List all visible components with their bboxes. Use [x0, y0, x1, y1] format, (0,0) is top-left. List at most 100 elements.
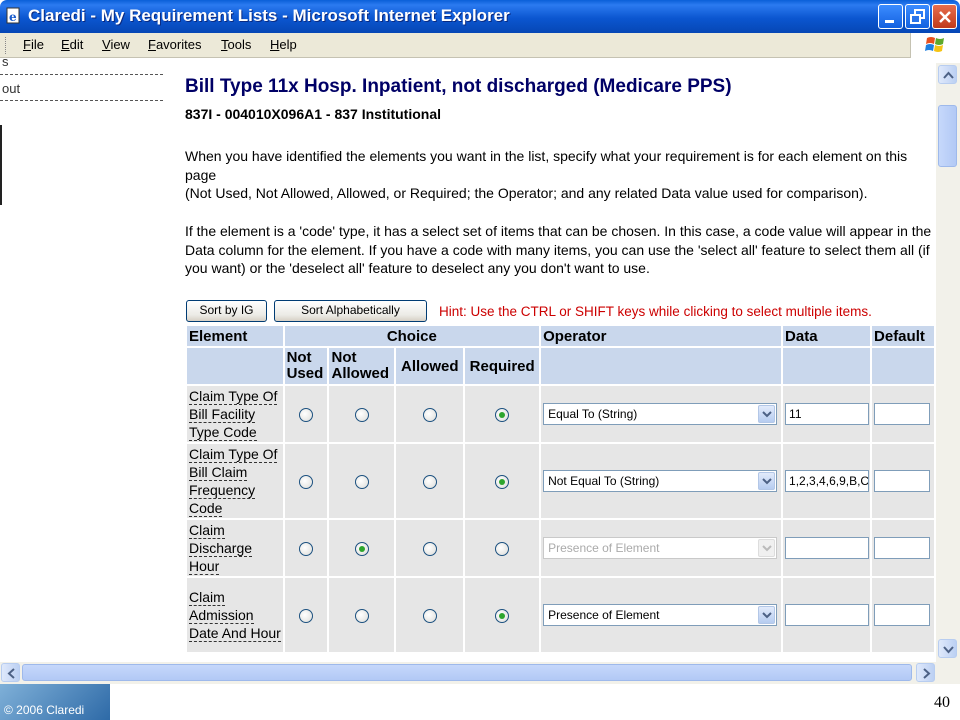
radio-not-used[interactable] — [299, 608, 314, 623]
header-blank — [541, 348, 782, 384]
default-input[interactable] — [874, 403, 931, 425]
header-blank — [187, 348, 283, 384]
header-operator: Operator — [541, 326, 782, 346]
horizontal-scrollbar[interactable] — [0, 662, 960, 684]
minimize-button[interactable] — [878, 4, 903, 29]
scroll-down-icon — [943, 646, 954, 654]
page-number: 40 — [934, 694, 950, 711]
dropdown-arrow-icon[interactable] — [758, 405, 776, 423]
operator-select[interactable]: Presence of Element — [543, 604, 778, 626]
scroll-up-button[interactable] — [938, 65, 957, 84]
element-name: Claim Type Of Bill Facility Type Code — [189, 388, 278, 441]
data-input[interactable] — [785, 537, 870, 559]
operator-value: Presence of Element — [548, 541, 660, 555]
header-element: Element — [187, 326, 283, 346]
radio-not-allowed[interactable] — [354, 474, 369, 489]
operator-value: Presence of Element — [548, 608, 660, 622]
menu-favorites[interactable]: Favorites — [148, 37, 201, 52]
operator-value: Not Equal To (String) — [548, 474, 660, 488]
operator-select: Presence of Element — [543, 537, 778, 559]
scroll-up-icon — [943, 71, 954, 79]
copyright-text: © 2006 Claredi — [0, 684, 110, 720]
element-name-cell: Claim Admission Date And Hour — [187, 578, 283, 652]
scroll-right-icon — [923, 668, 931, 679]
element-name: Claim Admission Date And Hour — [189, 589, 281, 642]
close-button[interactable] — [932, 4, 957, 29]
requirements-table: Element Choice Operator Data Default Not… — [185, 324, 936, 654]
radio-required[interactable] — [495, 407, 510, 422]
vertical-scrollbar[interactable] — [936, 63, 960, 662]
ie-page-icon: e — [6, 7, 20, 24]
header-allowed: Allowed — [396, 348, 464, 384]
close-icon — [939, 11, 951, 23]
menu-file[interactable]: File — [23, 37, 44, 52]
radio-not-used[interactable] — [299, 541, 314, 556]
radio-required[interactable] — [495, 541, 510, 556]
radio-required[interactable] — [495, 474, 510, 489]
radio-allowed[interactable] — [422, 608, 437, 623]
operator-select[interactable]: Not Equal To (String) — [543, 470, 778, 492]
element-name-cell: Claim Type Of Bill Facility Type Code — [187, 386, 283, 442]
page-subtitle: 837I - 004010X096A1 - 837 Institutional — [185, 106, 442, 122]
windows-logo — [910, 33, 960, 58]
radio-not-allowed[interactable] — [354, 407, 369, 422]
default-input[interactable] — [874, 604, 931, 626]
radio-not-allowed[interactable] — [354, 541, 369, 556]
radio-not-used[interactable] — [299, 474, 314, 489]
left-frame-fragment: s — [2, 54, 9, 69]
default-input[interactable] — [874, 537, 931, 559]
radio-not-allowed[interactable] — [354, 608, 369, 623]
default-input[interactable] — [874, 470, 931, 492]
menu-tools[interactable]: Tools — [221, 37, 251, 52]
left-frame-link[interactable]: out — [2, 81, 20, 96]
header-choice: Choice — [284, 326, 540, 346]
slide-footer: © 2006 Claredi 40 — [0, 684, 960, 720]
svg-text:e: e — [9, 10, 17, 24]
data-input[interactable]: 11 — [785, 403, 870, 425]
table-row: Claim Type Of Bill Claim Frequency Code … — [187, 444, 934, 518]
element-name-cell: Claim Type Of Bill Claim Frequency Code — [187, 444, 283, 518]
scroll-down-button[interactable] — [938, 639, 957, 658]
operator-select[interactable]: Equal To (String) — [543, 403, 778, 425]
restore-button[interactable] — [905, 4, 930, 29]
menu-view[interactable]: View — [102, 37, 130, 52]
table-row: Claim Type Of Bill Facility Type Code Eq… — [187, 386, 934, 442]
toolbar-grip — [5, 37, 8, 54]
vertical-scroll-thumb[interactable] — [938, 105, 957, 167]
data-input[interactable]: 1,2,3,4,6,9,B,C — [785, 470, 870, 492]
radio-allowed[interactable] — [422, 407, 437, 422]
radio-required[interactable] — [495, 608, 510, 623]
instructions-line-1: When you have identified the elements yo… — [185, 148, 908, 183]
header-blank — [783, 348, 871, 384]
radio-allowed[interactable] — [422, 474, 437, 489]
page-title: Bill Type 11x Hosp. Inpatient, not disch… — [185, 76, 732, 97]
radio-not-used[interactable] — [299, 407, 314, 422]
header-data: Data — [783, 326, 871, 346]
menu-help[interactable]: Help — [270, 37, 297, 52]
sort-by-ig-button[interactable]: Sort by IG — [186, 300, 267, 322]
instructions-text: When you have identified the elements yo… — [185, 147, 935, 203]
code-instructions-text: If the element is a 'code' type, it has … — [185, 223, 932, 276]
header-not-used: Not Used — [284, 348, 328, 384]
table-row: Claim Discharge Hour Presence of Element — [187, 520, 934, 576]
data-input[interactable] — [785, 604, 870, 626]
window-title: Claredi - My Requirement Lists - Microso… — [28, 6, 510, 25]
title-bar: e Claredi - My Requirement Lists - Micro… — [0, 0, 960, 33]
dropdown-arrow-icon[interactable] — [758, 472, 776, 490]
horizontal-scroll-thumb[interactable] — [22, 664, 912, 681]
left-frame: s out — [0, 54, 165, 662]
sort-alphabetically-button[interactable]: Sort Alphabetically — [274, 300, 427, 322]
scroll-left-button[interactable] — [1, 663, 20, 682]
header-not-allowed: Not Allowed — [329, 348, 395, 384]
dropdown-arrow-icon[interactable] — [758, 606, 776, 624]
restore-icon — [910, 9, 925, 24]
element-name: Claim Discharge Hour — [189, 522, 253, 575]
element-name: Claim Type Of Bill Claim Frequency Code — [189, 446, 278, 517]
radio-allowed[interactable] — [422, 541, 437, 556]
dropdown-arrow-icon — [758, 539, 776, 557]
minimize-icon — [885, 20, 894, 23]
menu-edit[interactable]: Edit — [61, 37, 83, 52]
windows-logo-icon — [925, 37, 944, 52]
scroll-right-button[interactable] — [916, 663, 935, 682]
instructions-line-2: (Not Used, Not Allowed, Allowed, or Requ… — [185, 185, 868, 201]
